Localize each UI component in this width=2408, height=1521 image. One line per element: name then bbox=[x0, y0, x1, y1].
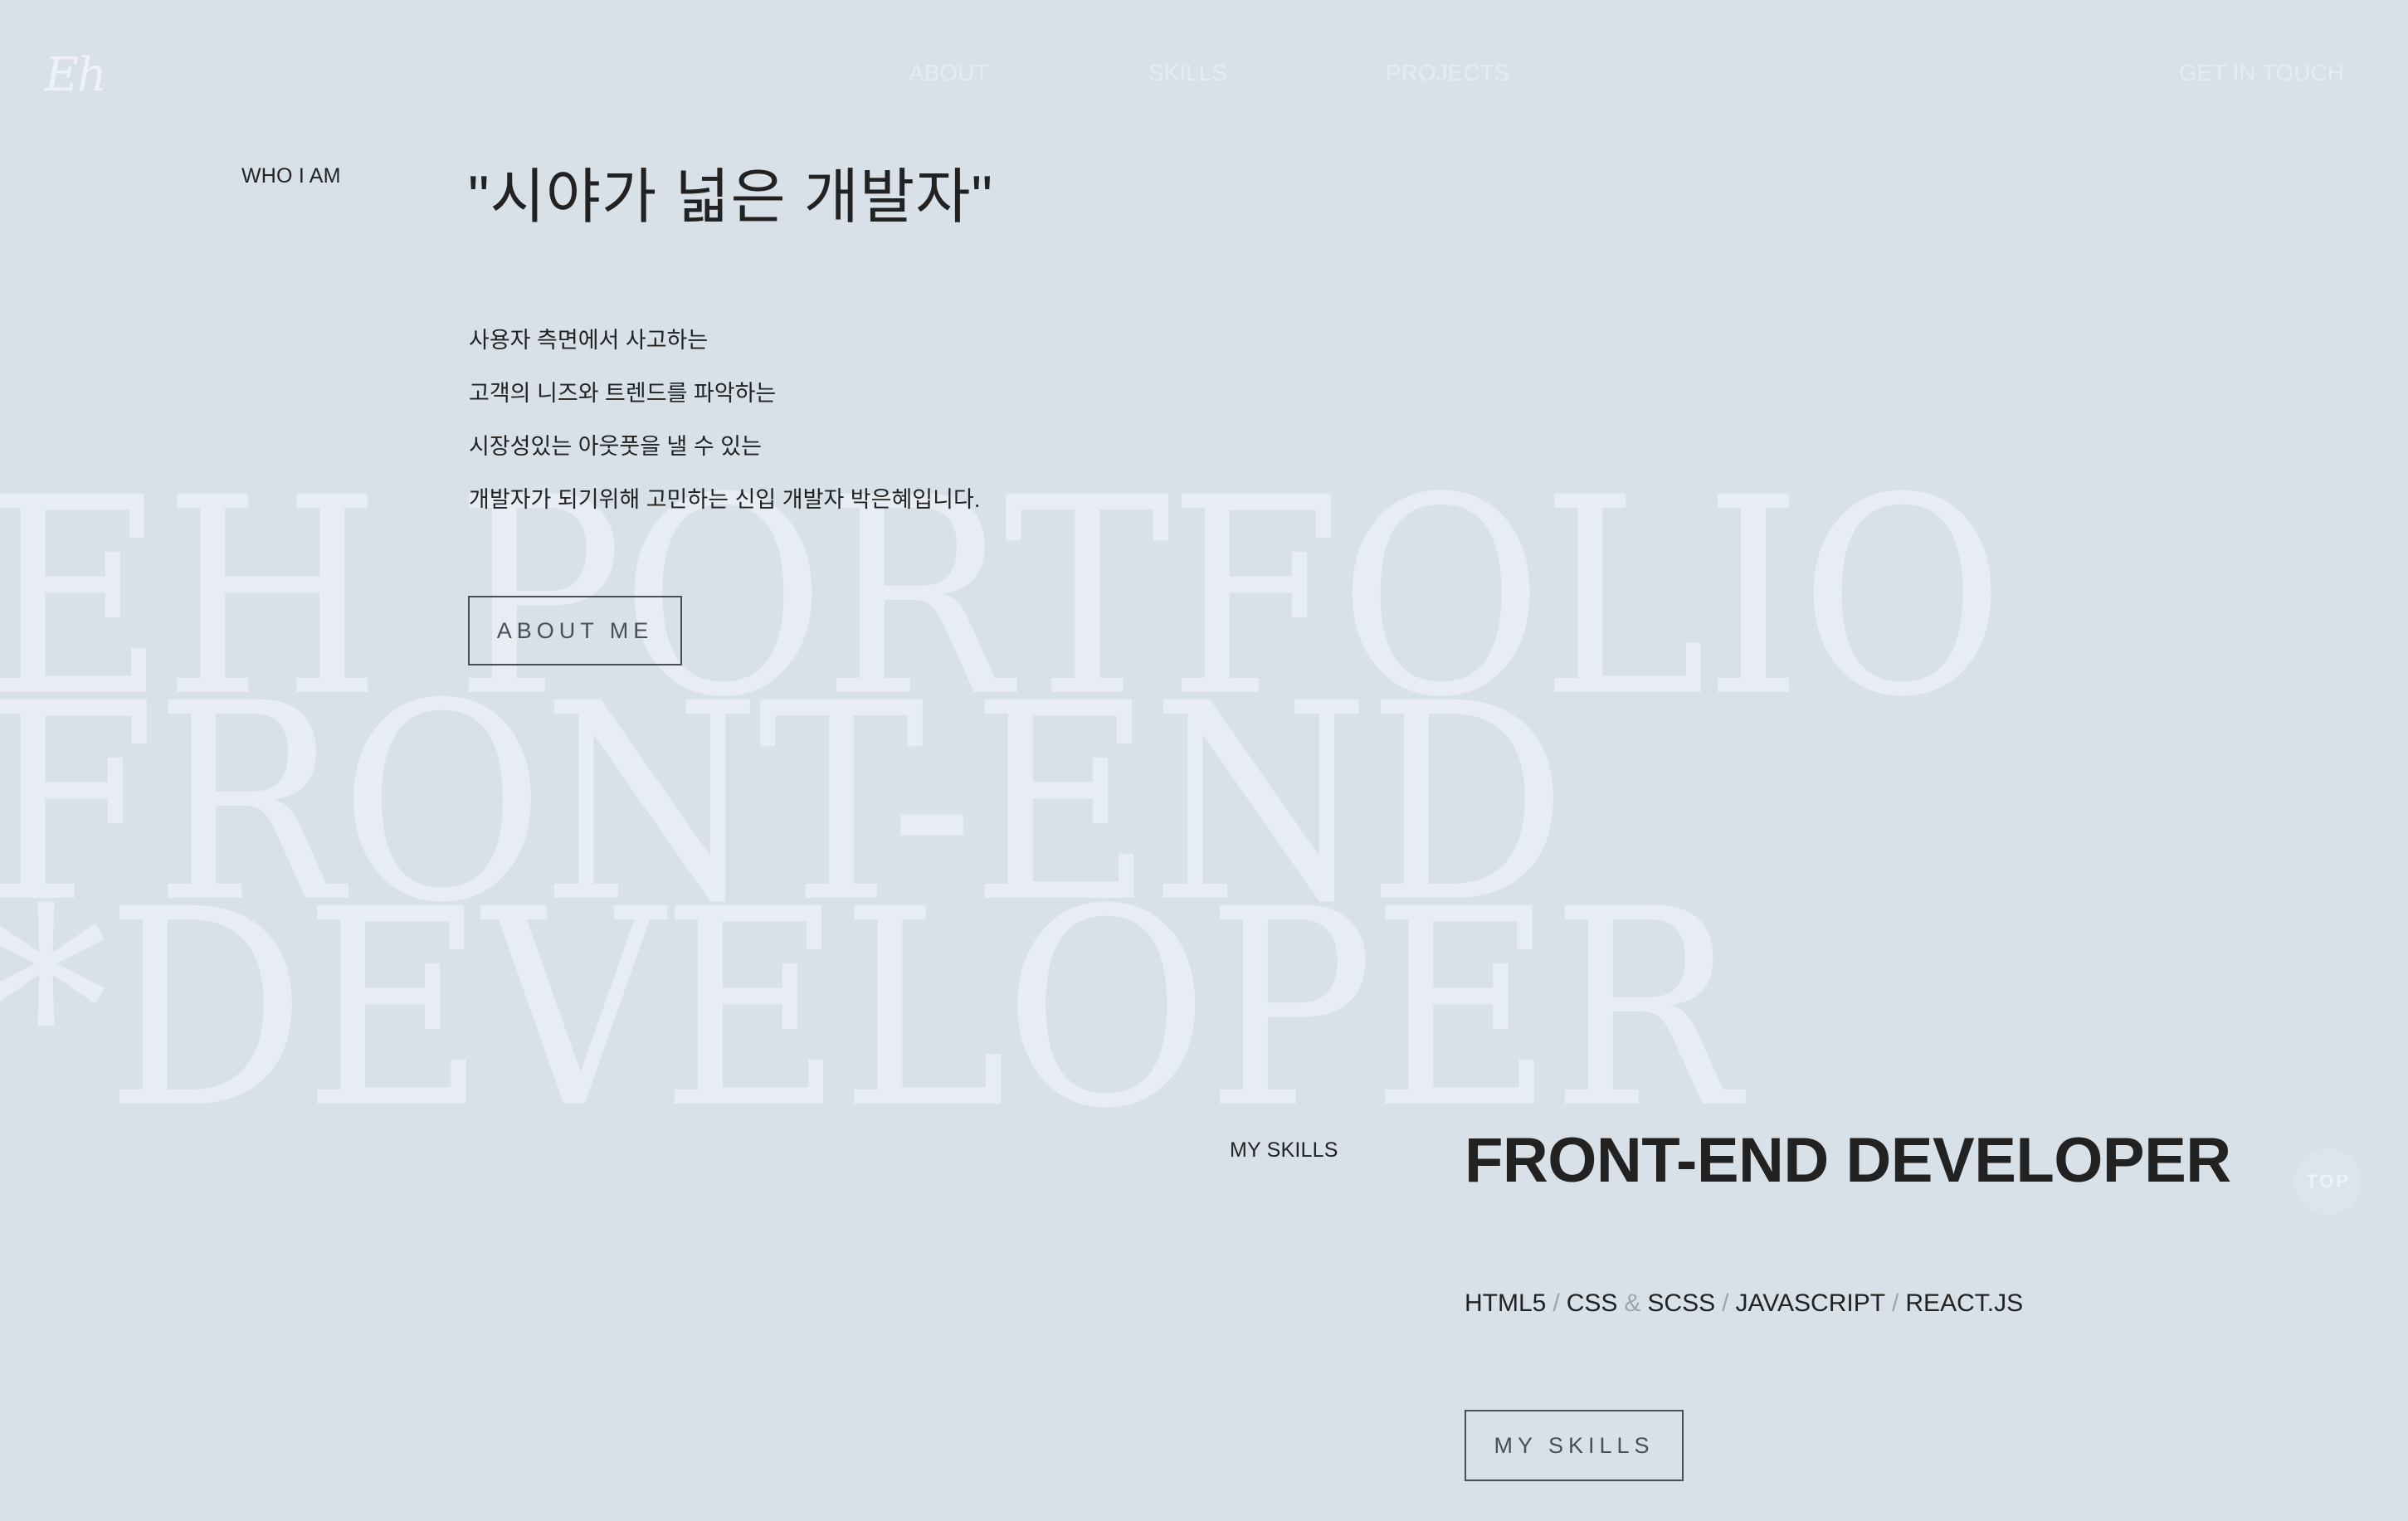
skills-title: FRONT-END DEVELOPER bbox=[1465, 1125, 2231, 1196]
skill-item: HTML5 bbox=[1465, 1289, 1547, 1317]
my-skills-button[interactable]: MY SKILLS bbox=[1465, 1410, 1684, 1481]
bg-line-portfolio: EH PORTFOLIO bbox=[0, 441, 2005, 757]
scroll-to-top-button[interactable]: TOP bbox=[2295, 1148, 2362, 1215]
who-line-4: 개발자가 되기위해 고민하는 신입 개발자 박은혜입니다. bbox=[469, 487, 981, 512]
who-line-2: 고객의 니즈와 트렌드를 파악하는 bbox=[469, 381, 777, 406]
skill-item: REACT.JS bbox=[1905, 1289, 2024, 1317]
portfolio-page: EH PORTFOLIO FRONT-END *DEVELOPER Eh ABO… bbox=[0, 0, 2408, 1521]
bg-line-developer: *DEVELOPER bbox=[0, 852, 1739, 1168]
skill-item: SCSS bbox=[1647, 1289, 1716, 1317]
about-me-button[interactable]: ABOUT ME bbox=[468, 596, 682, 665]
get-in-touch-link[interactable]: GET IN TOUCH bbox=[2179, 60, 2344, 86]
skill-item: CSS bbox=[1566, 1289, 1618, 1317]
who-line-3: 시장성있는 아웃풋을 낼 수 있는 bbox=[469, 434, 762, 459]
skill-separator: / bbox=[1892, 1289, 1899, 1317]
skills-section-label: MY SKILLS bbox=[1230, 1138, 1338, 1162]
who-description: 사용자 측면에서 사고하는 고객의 니즈와 트렌드를 파악하는 시장성있는 아웃… bbox=[469, 314, 980, 526]
skill-separator: / bbox=[1553, 1289, 1560, 1317]
skill-separator: / bbox=[1722, 1289, 1729, 1317]
who-title: "시야가 넓은 개발자" bbox=[468, 164, 994, 231]
nav-projects[interactable]: PROJECTS bbox=[1386, 60, 1509, 86]
skill-list: HTML5/CSS & SCSS / JAVASCRIPT / REACT.JS bbox=[1465, 1289, 2023, 1318]
nav-about[interactable]: ABOUT bbox=[909, 60, 988, 86]
skill-separator: & bbox=[1624, 1289, 1641, 1317]
who-line-1: 사용자 측면에서 사고하는 bbox=[469, 328, 709, 353]
who-section-label: WHO I AM bbox=[241, 164, 341, 188]
main-nav: ABOUT SKILLS PROJECTS GET IN TOUCH bbox=[0, 60, 2408, 93]
bg-line-front-end: FRONT-END bbox=[0, 646, 1567, 963]
background-display-text: EH PORTFOLIO FRONT-END *DEVELOPER bbox=[0, 441, 2005, 1168]
skill-item: JAVASCRIPT bbox=[1735, 1289, 1886, 1317]
nav-skills[interactable]: SKILLS bbox=[1148, 60, 1227, 86]
